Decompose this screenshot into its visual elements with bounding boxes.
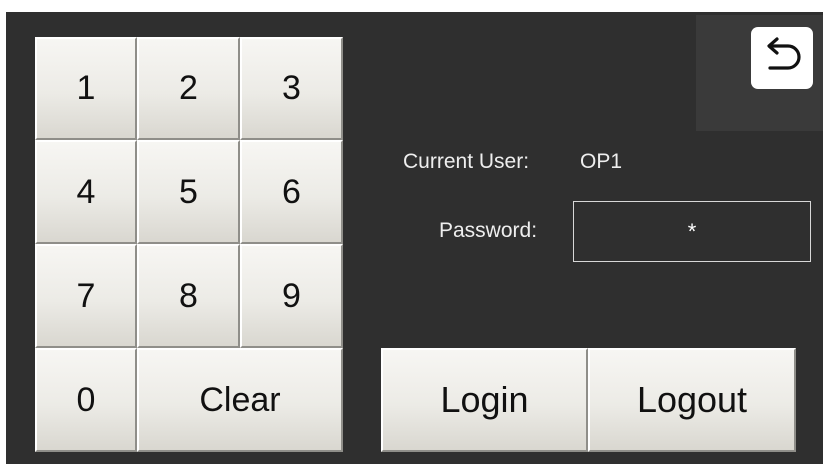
- key-5[interactable]: 5: [137, 140, 240, 244]
- key-7[interactable]: 7: [35, 244, 137, 348]
- key-1[interactable]: 1: [35, 37, 137, 140]
- password-field[interactable]: *: [573, 201, 811, 262]
- password-mask: *: [687, 218, 697, 244]
- key-0[interactable]: 0: [35, 348, 137, 452]
- clear-button[interactable]: Clear: [137, 348, 343, 452]
- back-arrow-icon: [760, 36, 804, 80]
- current-user-value: OP1: [580, 150, 623, 173]
- logout-button[interactable]: Logout: [588, 348, 796, 452]
- back-button[interactable]: [751, 27, 813, 89]
- key-9[interactable]: 9: [240, 244, 343, 348]
- password-label: Password:: [439, 219, 538, 242]
- login-button[interactable]: Login: [381, 348, 588, 452]
- key-2[interactable]: 2: [137, 37, 240, 140]
- key-6[interactable]: 6: [240, 140, 343, 244]
- key-8[interactable]: 8: [137, 244, 240, 348]
- key-3[interactable]: 3: [240, 37, 343, 140]
- current-user-label: Current User:: [403, 150, 530, 173]
- key-4[interactable]: 4: [35, 140, 137, 244]
